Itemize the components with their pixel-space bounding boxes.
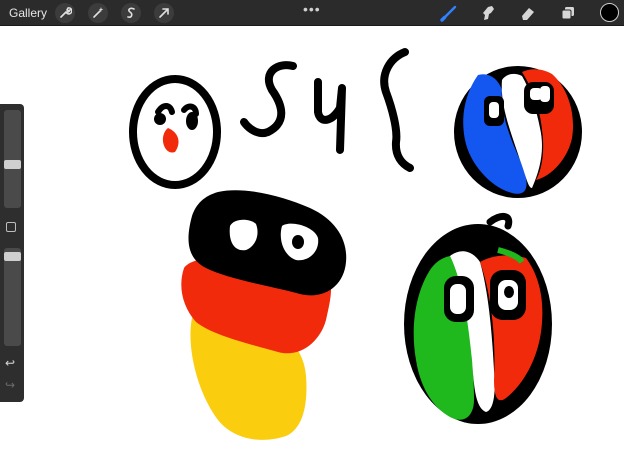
- italy-ball-drawing: [404, 213, 552, 424]
- selection-icon[interactable]: [121, 3, 141, 23]
- color-picker-button[interactable]: [600, 3, 619, 22]
- layers-icon[interactable]: [559, 4, 577, 22]
- top-toolbar: Gallery •••: [0, 0, 624, 26]
- brush-icon[interactable]: [440, 4, 458, 22]
- scribbled-text-drawing: [240, 48, 414, 172]
- transform-arrow-icon[interactable]: [154, 3, 174, 23]
- magic-wand-icon[interactable]: [88, 3, 108, 23]
- gallery-button[interactable]: Gallery: [9, 6, 47, 20]
- opacity-slider[interactable]: [4, 248, 21, 346]
- brush-sidebar: ↩ ↪: [0, 104, 24, 402]
- france-ball-drawing: [454, 66, 582, 198]
- undo-button[interactable]: ↩: [5, 356, 15, 370]
- opacity-thumb[interactable]: [4, 252, 21, 261]
- redo-button[interactable]: ↪: [5, 378, 15, 392]
- smudge-icon[interactable]: [479, 4, 497, 22]
- modify-button[interactable]: [6, 222, 16, 232]
- brush-size-thumb[interactable]: [4, 160, 21, 169]
- germany-ball-drawing: [181, 190, 347, 440]
- menu-dots-icon[interactable]: •••: [303, 1, 321, 17]
- brush-size-slider[interactable]: [4, 110, 21, 208]
- eraser-icon[interactable]: [519, 4, 537, 22]
- wrench-icon[interactable]: [55, 3, 75, 23]
- generic-ball-drawing: [129, 75, 221, 189]
- drawing-canvas[interactable]: [0, 26, 624, 467]
